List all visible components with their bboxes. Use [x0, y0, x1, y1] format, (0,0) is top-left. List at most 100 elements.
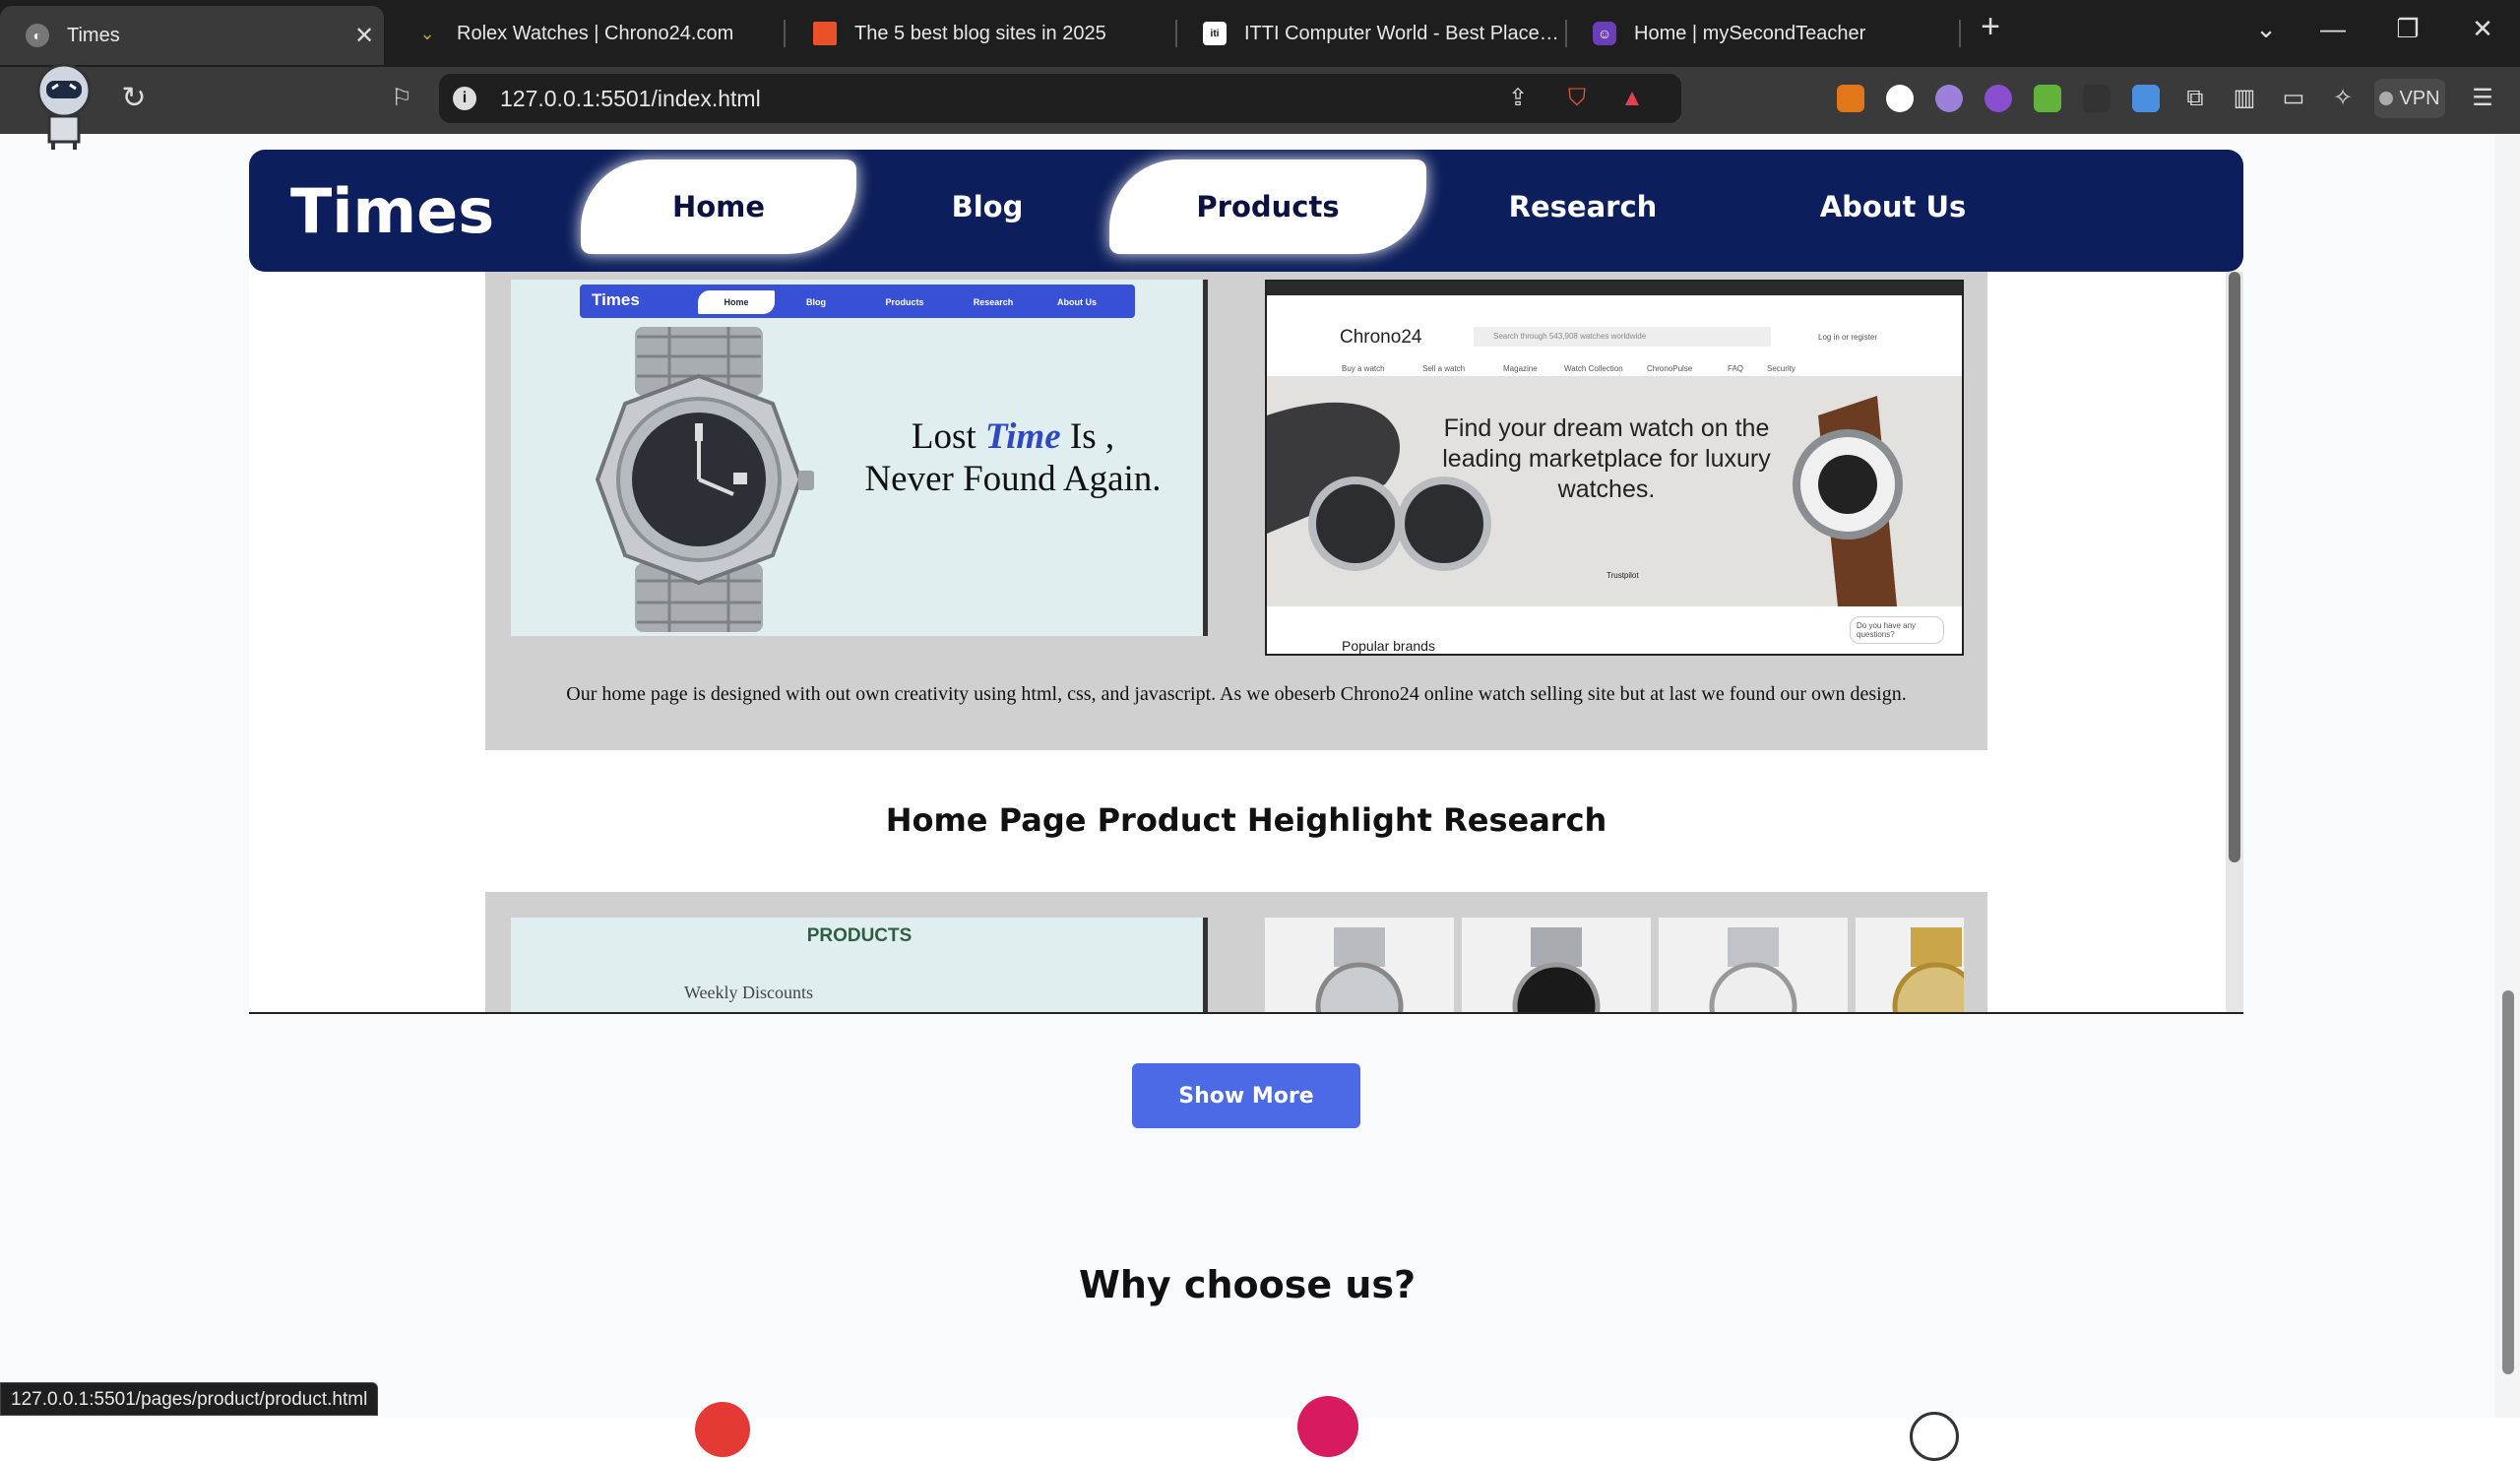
tagline-part: Lost: [911, 416, 976, 457]
product-watch-thumb: [1462, 918, 1651, 1012]
feature-icon: [1297, 1396, 1358, 1457]
leo-ai-icon[interactable]: ✧: [2329, 85, 2357, 112]
tab-mysecondteacher[interactable]: ☺ Home | mySecondTeacher: [1567, 8, 1951, 59]
vpn-button[interactable]: VPN: [2374, 79, 2445, 118]
products-title: PRODUCTS: [806, 925, 913, 946]
reload-icon[interactable]: ↻: [120, 84, 148, 113]
minimize-icon[interactable]: —: [2313, 14, 2353, 44]
status-bar-url: 127.0.0.1:5501/pages/product/product.htm…: [0, 1382, 379, 1416]
close-tab-icon[interactable]: ✕: [345, 22, 384, 50]
show-more-button[interactable]: Show More: [1132, 1063, 1360, 1128]
iframe-scrollbar-thumb[interactable]: [2229, 272, 2240, 862]
extension-icon[interactable]: [1935, 85, 1963, 112]
product-watch-thumb: [1659, 918, 1848, 1012]
chrono24-menu-item: Buy a watch: [1342, 364, 1385, 373]
nav-research[interactable]: Research: [1435, 159, 1731, 254]
blog-favicon-icon: [813, 22, 837, 45]
tab-title: Home | mySecondTeacher: [1634, 22, 1866, 44]
popular-brands-label: Popular brands: [1342, 638, 1435, 654]
restore-icon[interactable]: ❐: [2388, 14, 2427, 44]
help-chip: Do you have any questions?: [1850, 616, 1944, 644]
nav-blog[interactable]: Blog: [869, 159, 1105, 254]
tab-title: ITTI Computer World - Best Place To Bu: [1244, 22, 1561, 44]
nav-about-us[interactable]: About Us: [1745, 159, 2041, 254]
times-homepage-screenshot: Times Home Blog Products Research About …: [511, 280, 1208, 636]
brave-rewards-icon[interactable]: ▲: [1618, 85, 1646, 112]
nav-home[interactable]: Home: [581, 159, 856, 254]
tab-search-chevron-icon[interactable]: ⌄: [2246, 14, 2286, 44]
section-heading: Home Page Product Heighlight Research: [885, 801, 1607, 839]
tab-divider: [1959, 20, 1961, 47]
chrono24-menu-item: Magazine: [1503, 364, 1538, 373]
chart-extension-icon[interactable]: [2034, 85, 2061, 112]
watch-image: [1315, 927, 1404, 1012]
metamask-extension-icon[interactable]: [1837, 85, 1864, 112]
vpn-status-icon: [2379, 92, 2394, 105]
page-scrollbar-thumb[interactable]: [2502, 990, 2514, 1374]
close-window-icon[interactable]: ✕: [2463, 14, 2502, 44]
chrono24-menu-item: ChronoPulse: [1647, 364, 1693, 373]
trustpilot-badge: Trustpilot: [1606, 571, 1639, 580]
chrono24-menu-item: Sell a watch: [1422, 364, 1466, 373]
mini-nav-blog: Blog: [806, 297, 826, 307]
mini-browser-bar: [1267, 282, 1962, 295]
site-navbar: Times Home Blog Products Research About …: [249, 150, 2243, 272]
hero-tagline: Lost Time Is , Never Found Again.: [831, 415, 1195, 500]
feature-icon: [695, 1402, 750, 1457]
tagline-part: Never Found Again.: [864, 459, 1162, 499]
bookmark-icon[interactable]: ⚐: [388, 85, 415, 112]
address-bar[interactable]: i 127.0.0.1:5501/index.html: [439, 74, 1681, 123]
tab-itti[interactable]: iti ITTI Computer World - Best Place To …: [1177, 8, 1561, 59]
watch-image: [595, 327, 814, 632]
share-icon[interactable]: ⇪: [1504, 85, 1532, 112]
chrono24-search: Search through 543,908 watches worldwide: [1474, 327, 1771, 347]
products-page-screenshot: PRODUCTS Weekly Discounts: [511, 918, 1208, 1012]
extension-icon[interactable]: [2132, 85, 2160, 112]
itti-favicon-icon: iti: [1203, 22, 1227, 45]
research-panel-homepage: Times Home Blog Products Research About …: [485, 272, 1987, 750]
tab-chrono24[interactable]: ⌄ Rolex Watches | Chrono24.com: [390, 8, 774, 59]
chrono24-login: Log in or register: [1818, 333, 1878, 342]
chrono24-hero-text: Find your dream watch on the leading mar…: [1442, 414, 1771, 503]
mini-nav-home: Home: [698, 290, 775, 314]
mysecondteacher-favicon-icon: ☺: [1593, 22, 1616, 45]
menu-icon[interactable]: ☰: [2469, 85, 2496, 112]
tab-blog-sites[interactable]: The 5 best blog sites in 2025: [788, 8, 1171, 59]
tab-times[interactable]: ◐ Times ✕: [0, 6, 384, 65]
new-tab-icon[interactable]: +: [1971, 8, 2010, 46]
profile-avatar-icon[interactable]: [30, 61, 98, 152]
watch-image: [1709, 927, 1797, 1012]
extension-icon[interactable]: [2083, 85, 2110, 112]
brave-shield-icon[interactable]: ⛉: [1563, 85, 1591, 112]
extensions-puzzle-icon[interactable]: ⧉: [2181, 85, 2209, 112]
tab-title: Times: [67, 24, 120, 46]
product-watch-thumb: [1856, 918, 1964, 1012]
chrono24-menu-item: Security: [1767, 364, 1796, 373]
watch-image: [1892, 927, 1964, 1012]
weekly-discounts-label: Weekly Discounts: [684, 983, 814, 1002]
sidebar-icon[interactable]: ▥: [2231, 85, 2258, 112]
tab-bar: ◐ Times ✕ ⌄ Rolex Watches | Chrono24.com…: [0, 0, 2520, 67]
mini-nav-research: Research: [973, 297, 1014, 307]
research-iframe: Times Home Blog Products Research About …: [249, 150, 2243, 1014]
tab-title: Rolex Watches | Chrono24.com: [457, 22, 734, 44]
browser-chrome: ◐ Times ✕ ⌄ Rolex Watches | Chrono24.com…: [0, 0, 2520, 134]
extension-icon[interactable]: [1984, 85, 2012, 112]
chrono24-screenshot: Chrono24 Search through 543,908 watches …: [1265, 280, 1964, 656]
tagline-emphasis: Time: [984, 416, 1061, 457]
product-watch-thumb: [1265, 918, 1454, 1012]
site-info-icon[interactable]: i: [453, 87, 476, 110]
nav-products[interactable]: Products: [1109, 159, 1426, 254]
watch-image: [1512, 927, 1601, 1012]
wallet-icon[interactable]: ▭: [2280, 85, 2307, 112]
tab-divider: [784, 20, 786, 47]
globe-icon: ◐: [26, 24, 49, 47]
vpn-label: VPN: [2399, 87, 2440, 109]
page-scrollbar[interactable]: [2494, 134, 2520, 1418]
extension-icon[interactable]: [1886, 85, 1914, 112]
site-logo[interactable]: Times: [290, 175, 494, 247]
research-caption: Our home page is designed with out own c…: [566, 683, 1907, 705]
iframe-scrollbar[interactable]: [2226, 272, 2243, 1012]
url-text: 127.0.0.1:5501/index.html: [500, 85, 761, 111]
chrono24-logo: Chrono24: [1340, 327, 1422, 348]
